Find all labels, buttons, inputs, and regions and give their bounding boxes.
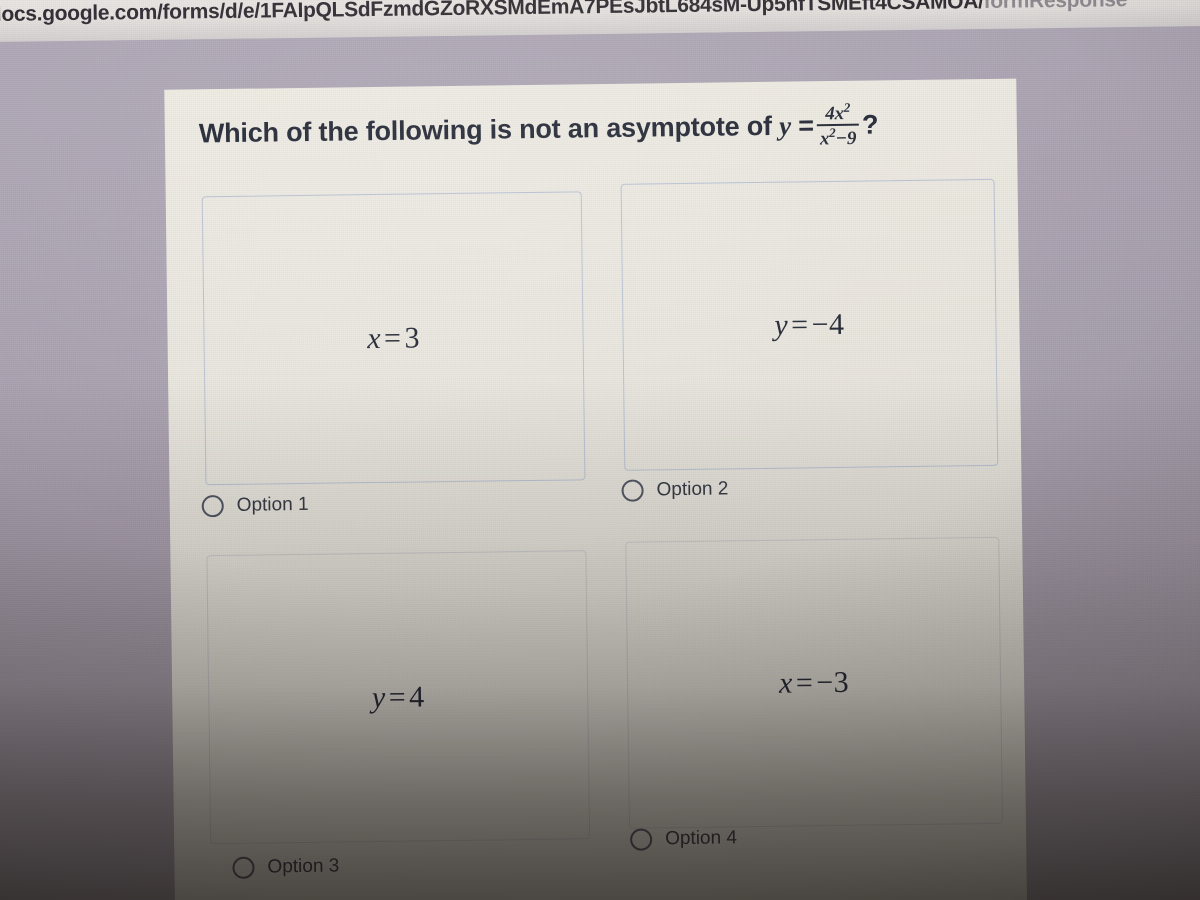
question-tail-text: an asymptote of (560, 110, 780, 144)
option-4-lhs: x (778, 666, 794, 700)
address-bar-url-endpoint: formResponse (983, 0, 1128, 14)
option-2-operator: = (790, 307, 809, 342)
option-1-label: Option 1 (236, 493, 309, 516)
screen-content: /docs.google.com/forms/d/e/1FAIpQLSdFzmd… (0, 0, 1200, 900)
option-4-label: Option 4 (665, 827, 738, 850)
option-3-radio-row[interactable]: Option 3 (232, 856, 339, 879)
option-3-equation: y=4 (372, 680, 425, 715)
question-emphasis-not: not (518, 113, 561, 145)
option-2-image-box: y=−4 (620, 178, 999, 471)
question-fraction: 4x2 x2−9 (816, 99, 860, 150)
question-title: Which of the following is not an asympto… (199, 99, 1000, 158)
question-equals-sign: = (798, 110, 814, 141)
option-4-image-box: x=−3 (625, 536, 1003, 829)
option-2-equation: y=−4 (774, 307, 845, 342)
radio-button-icon-option-1[interactable] (201, 495, 224, 518)
option-3-image-box: y=4 (206, 550, 591, 845)
question-terminator: ? (861, 109, 879, 140)
radio-button-icon-option-3[interactable] (232, 856, 255, 879)
option-4-equation: x=−3 (779, 665, 850, 700)
option-1-rhs: 3 (404, 320, 421, 355)
option-2-radio-row[interactable]: Option 2 (621, 478, 729, 502)
option-2-rhs: −4 (811, 307, 845, 341)
form-page-background: Which of the following is not an asympto… (0, 25, 1200, 900)
option-1-lhs: x (366, 321, 382, 355)
option-1-image-box: x=3 (201, 191, 586, 486)
option-3-lhs: y (371, 680, 386, 714)
option-2-label: Option 2 (656, 478, 729, 501)
option-4-radio-row[interactable]: Option 4 (630, 827, 738, 851)
question-variable-y: y (778, 110, 792, 141)
option-4-rhs: −3 (816, 665, 850, 699)
option-3-operator: = (388, 680, 407, 714)
question-lead-text: Which of the following is (198, 114, 520, 149)
option-2-lhs: y (774, 308, 789, 342)
option-3-rhs: 4 (408, 679, 425, 714)
address-bar-url-path: /docs.google.com/forms/d/e/1FAIpQLSdFzmd… (0, 0, 984, 27)
form-question-card: Which of the following is not an asympto… (164, 78, 1029, 900)
fraction-numerator: 4x2 (816, 99, 859, 125)
numerator-base: 4x (825, 103, 845, 125)
photo-of-screen: /docs.google.com/forms/d/e/1FAIpQLSdFzmd… (0, 0, 1200, 900)
option-4-operator: = (795, 665, 814, 700)
radio-button-icon-option-2[interactable] (621, 479, 644, 502)
option-1-equation: x=3 (367, 321, 420, 356)
denominator-rest: −9 (835, 128, 857, 150)
radio-button-icon-option-4[interactable] (630, 828, 653, 851)
address-bar-url: /docs.google.com/forms/d/e/1FAIpQLSdFzmd… (0, 0, 1127, 27)
option-1-operator: = (383, 321, 402, 355)
option-3-label: Option 3 (267, 855, 340, 878)
fraction-denominator: x2−9 (816, 123, 860, 150)
option-1-radio-row[interactable]: Option 1 (201, 493, 309, 518)
numerator-exponent: 2 (843, 99, 851, 115)
